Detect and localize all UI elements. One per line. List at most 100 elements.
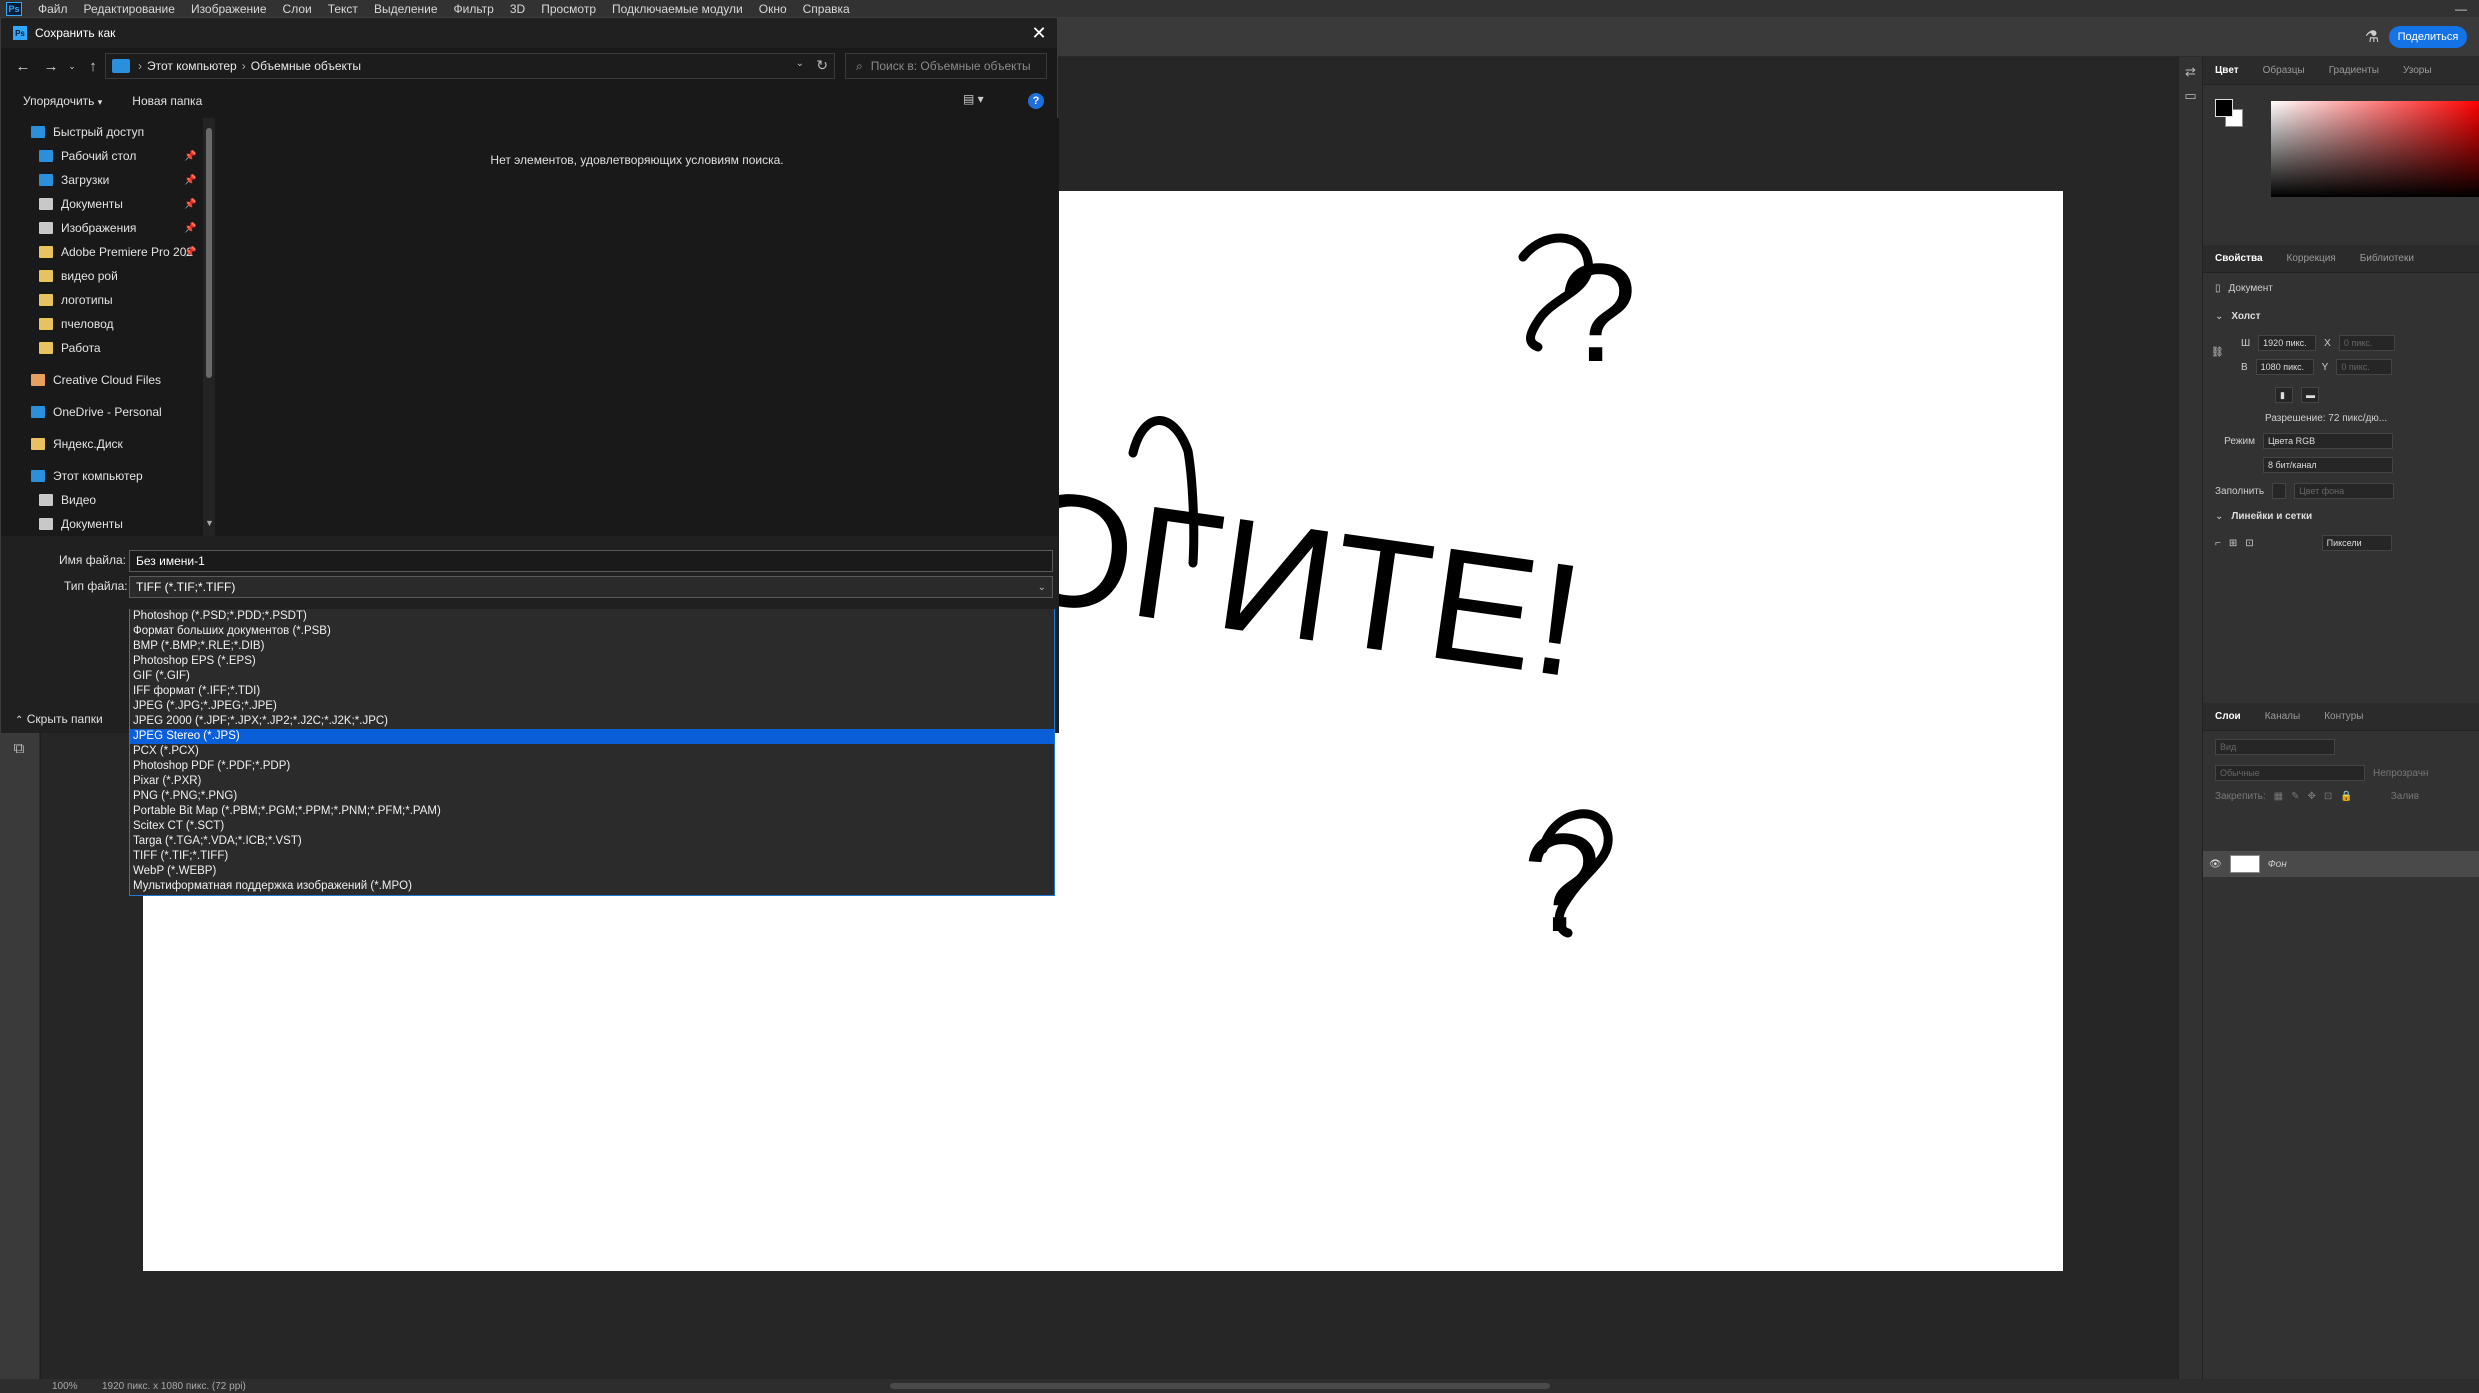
menu-layers[interactable]: Слои xyxy=(275,2,320,16)
help-icon[interactable]: ? xyxy=(1028,93,1044,109)
filetype-option[interactable]: Формат больших документов (*.PSB) xyxy=(130,624,1054,639)
blend-mode-select[interactable]: Обычные xyxy=(2215,765,2365,781)
tab-adjustments[interactable]: Коррекция xyxy=(2275,253,2348,264)
address-bar[interactable]: › Этот компьютер › Объемные объекты ⌄ ↻ xyxy=(105,53,835,79)
filetype-option[interactable]: GIF (*.GIF) xyxy=(130,669,1054,684)
filetype-option[interactable]: Scitex CT (*.SCT) xyxy=(130,819,1054,834)
menu-plugins[interactable]: Подключаемые модули xyxy=(604,2,751,16)
layer-name[interactable]: Фон xyxy=(2268,859,2287,870)
tab-paths[interactable]: Контуры xyxy=(2312,711,2375,722)
filetype-option[interactable]: IFF формат (*.IFF;*.TDI) xyxy=(130,684,1054,699)
width-field[interactable]: 1920 пикс. xyxy=(2258,335,2317,351)
refresh-icon[interactable]: ↻ xyxy=(816,57,828,74)
x-field[interactable]: 0 пикс. xyxy=(2338,335,2395,351)
tab-properties[interactable]: Свойства xyxy=(2203,253,2275,264)
units-select[interactable]: Пиксели xyxy=(2321,535,2392,551)
tab-gradients[interactable]: Градиенты xyxy=(2317,65,2391,76)
menu-file[interactable]: Файл xyxy=(30,2,76,16)
nav-onedrive[interactable]: OneDrive - Personal xyxy=(31,401,162,423)
comments-icon[interactable]: ▭ xyxy=(2182,87,2200,105)
filetype-option[interactable]: Photoshop (*.PSD;*.PDD;*.PSDT) xyxy=(130,609,1054,624)
link-icon[interactable]: ⛓ xyxy=(2211,347,2224,358)
height-field[interactable]: 1080 пикс. xyxy=(2255,359,2314,375)
nav-pictures[interactable]: Изображения xyxy=(39,217,136,239)
filetype-option[interactable]: BMP (*.BMP;*.RLE;*.DIB) xyxy=(130,639,1054,654)
tab-color[interactable]: Цвет xyxy=(2203,65,2251,76)
layer-row[interactable]: 👁 Фон xyxy=(2203,851,2479,877)
menu-3d[interactable]: 3D xyxy=(502,2,533,16)
file-list-area[interactable]: Нет элементов, удовлетворяющих условиям … xyxy=(215,118,1059,536)
nav-videos[interactable]: Видео xyxy=(39,489,96,511)
nav-creative-cloud[interactable]: Creative Cloud Files xyxy=(31,369,161,391)
breadcrumb-3d-objects[interactable]: Объемные объекты xyxy=(246,59,366,73)
zoom-level[interactable]: 100% xyxy=(52,1381,102,1392)
pin-icon[interactable]: 📌 xyxy=(184,175,196,186)
foreground-color-swatch[interactable] xyxy=(2215,99,2233,117)
nav-documents-2[interactable]: Документы xyxy=(39,513,123,535)
menu-type[interactable]: Текст xyxy=(320,2,366,16)
menu-filter[interactable]: Фильтр xyxy=(446,2,502,16)
chevron-down-icon[interactable]: ⌄ xyxy=(796,58,804,69)
fill-swatch[interactable] xyxy=(2272,483,2287,499)
close-button[interactable]: ✕ xyxy=(1021,18,1057,48)
horizontal-scroll-thumb[interactable] xyxy=(890,1383,1550,1389)
history-icon[interactable]: ⇄ xyxy=(2182,63,2200,81)
tab-layers[interactable]: Слои xyxy=(2203,711,2253,722)
ruler-icon[interactable]: ⌐ xyxy=(2215,538,2221,549)
menu-window[interactable]: Окно xyxy=(751,2,795,16)
filetype-option[interactable]: TIFF (*.TIF;*.TIFF) xyxy=(130,849,1054,864)
view-options-icon[interactable]: ▤ ▾ xyxy=(963,92,984,106)
nav-this-pc[interactable]: Этот компьютер xyxy=(31,465,143,487)
menu-edit[interactable]: Редактирование xyxy=(76,2,183,16)
filetype-option[interactable]: Portable Bit Map (*.PBM;*.PGM;*.PPM;*.PN… xyxy=(130,804,1054,819)
minimize-button[interactable]: — xyxy=(2443,2,2479,16)
filename-input[interactable] xyxy=(129,550,1053,572)
nav-yandex-disk[interactable]: Яндекс.Диск xyxy=(31,433,123,455)
flask-icon[interactable]: ⚗ xyxy=(2363,27,2381,47)
grid-icon[interactable]: ⊞ xyxy=(2229,538,2237,549)
filetype-select[interactable]: TIFF (*.TIF;*.TIFF) ⌄ xyxy=(129,576,1053,598)
hide-folders-button[interactable]: ⌃ Скрыть папки xyxy=(15,712,103,726)
pin-icon[interactable]: 📌 xyxy=(184,199,196,210)
pin-icon[interactable]: 📌 xyxy=(184,247,196,258)
filetype-option[interactable]: JPEG (*.JPG;*.JPEG;*.JPE) xyxy=(130,699,1054,714)
eye-icon[interactable]: 👁 xyxy=(2209,859,2222,870)
nav-pane-scroll-thumb[interactable] xyxy=(206,128,212,378)
tab-channels[interactable]: Каналы xyxy=(2253,711,2313,722)
layers-filter-input[interactable]: Вид xyxy=(2215,739,2335,755)
filetype-option[interactable]: PCX (*.PCX) xyxy=(130,744,1054,759)
search-input[interactable]: ⌕ Поиск в: Объемные объекты xyxy=(845,53,1047,79)
breadcrumb-this-pc[interactable]: Этот компьютер xyxy=(142,59,242,73)
nav-work[interactable]: Работа xyxy=(39,337,101,359)
nav-pane-scrollbar[interactable]: ▼ xyxy=(203,118,215,536)
lock-move-icon[interactable]: ✥ xyxy=(2308,791,2316,802)
rulers-section-header[interactable]: ⌄ Линейки и сетки xyxy=(2215,511,2312,522)
scroll-down-arrow-icon[interactable]: ▼ xyxy=(205,518,214,528)
pin-icon[interactable]: 📌 xyxy=(184,151,196,162)
color-picker-field[interactable] xyxy=(2271,101,2479,197)
canvas-section-header[interactable]: ⌄ Холст xyxy=(2215,311,2260,322)
filetype-option[interactable]: Мультиформатная поддержка изображений (*… xyxy=(130,879,1054,894)
menu-image[interactable]: Изображение xyxy=(183,2,275,16)
fill-select[interactable]: Цвет фона xyxy=(2294,483,2395,499)
nav-desktop[interactable]: Рабочий стол xyxy=(39,145,136,167)
bits-select[interactable]: 8 бит/канал xyxy=(2263,457,2393,473)
filetype-option[interactable]: PNG (*.PNG;*.PNG) xyxy=(130,789,1054,804)
filetype-option[interactable]: JPEG 2000 (*.JPF;*.JPX;*.JP2;*.J2C;*.J2K… xyxy=(130,714,1054,729)
filetype-option-selected[interactable]: JPEG Stereo (*.JPS) xyxy=(130,729,1054,744)
lock-transparent-icon[interactable]: ▦ xyxy=(2274,791,2283,802)
nav-documents[interactable]: Документы xyxy=(39,193,123,215)
filetype-option[interactable]: Targa (*.TGA;*.VDA;*.ICB;*.VST) xyxy=(130,834,1054,849)
menu-select[interactable]: Выделение xyxy=(366,2,446,16)
portrait-icon[interactable]: ▮ xyxy=(2275,387,2293,403)
new-folder-button[interactable]: Новая папка xyxy=(132,94,202,108)
artboard-tool-icon[interactable]: ⧉ xyxy=(8,737,30,759)
tab-swatches[interactable]: Образцы xyxy=(2251,65,2317,76)
filetype-option[interactable]: Photoshop EPS (*.EPS) xyxy=(130,654,1054,669)
lock-paint-icon[interactable]: ✎ xyxy=(2291,791,2299,802)
back-arrow-icon[interactable]: ← xyxy=(9,52,37,80)
nav-downloads[interactable]: Загрузки xyxy=(39,169,109,191)
filetype-option[interactable]: Photoshop PDF (*.PDF;*.PDP) xyxy=(130,759,1054,774)
nav-logos[interactable]: логотипы xyxy=(39,289,113,311)
forward-arrow-icon[interactable]: → xyxy=(37,52,65,80)
